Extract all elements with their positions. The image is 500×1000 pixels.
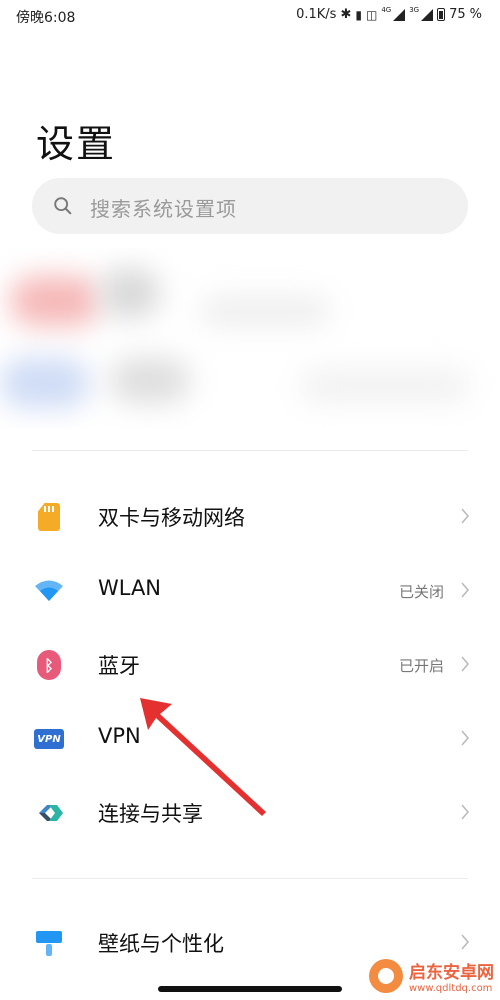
watermark-logo-icon	[369, 959, 403, 993]
signal-1-icon	[393, 8, 406, 21]
blurred-account-area	[0, 248, 500, 428]
settings-item-label: 双卡与移动网络	[98, 506, 245, 530]
chevron-right-icon	[461, 656, 470, 672]
divider-bottom	[32, 878, 468, 879]
sim-card-icon	[34, 502, 64, 532]
network-speed: 0.1K/s	[296, 7, 337, 22]
battery-icon	[437, 8, 446, 21]
page-title: 设置	[36, 122, 117, 166]
status-icons: 0.1K/s ✱ ▮ ◫ 4G 3G 75 %	[296, 5, 482, 23]
wifi-icon	[34, 576, 64, 606]
divider-top	[32, 450, 468, 451]
settings-item-connection[interactable]: 连接与共享	[0, 776, 500, 850]
settings-item-label: 连接与共享	[98, 802, 203, 826]
bluetooth-status-icon: ✱	[340, 7, 352, 22]
settings-item-sim[interactable]: 双卡与移动网络	[0, 480, 500, 554]
search-placeholder: 搜索系统设置项	[90, 197, 237, 221]
settings-item-wlan[interactable]: WLAN 已关闭	[0, 554, 500, 628]
alarm-icon: ◫	[365, 7, 378, 22]
status-time: 傍晚6:08	[16, 10, 76, 26]
status-bar: 傍晚6:08 0.1K/s ✱ ▮ ◫ 4G 3G 75 %	[0, 0, 500, 32]
settings-item-vpn[interactable]: VPN VPN	[0, 702, 500, 776]
watermark: 启东安卓网 www.qdltdq.com	[369, 958, 494, 994]
search-input[interactable]: 搜索系统设置项	[32, 178, 468, 234]
wlan-status: 已关闭	[398, 583, 444, 601]
chevron-right-icon	[461, 508, 470, 524]
vibrate-icon: ▮	[355, 7, 362, 22]
watermark-name: 启东安卓网	[409, 963, 494, 983]
settings-item-label: 壁纸与个性化	[98, 932, 224, 956]
settings-item-label: WLAN	[98, 576, 162, 600]
signal-2-label: 3G	[409, 5, 420, 14]
vpn-icon: VPN	[34, 724, 64, 754]
chevron-right-icon	[461, 730, 470, 746]
paintbrush-icon	[34, 928, 64, 958]
bluetooth-icon: ᛒ	[34, 650, 64, 680]
percent-sign: %	[469, 7, 482, 22]
settings-item-label: 蓝牙	[98, 654, 140, 678]
home-indicator[interactable]	[158, 986, 342, 992]
settings-item-bluetooth[interactable]: ᛒ 蓝牙 已开启	[0, 628, 500, 702]
chevron-right-icon	[461, 934, 470, 950]
chevron-right-icon	[461, 582, 470, 598]
battery-level: 75	[449, 7, 466, 22]
signal-1-label: 4G	[381, 5, 392, 14]
share-icon	[34, 798, 64, 828]
watermark-url: www.qdltdq.com	[409, 983, 493, 994]
chevron-right-icon	[461, 804, 470, 820]
bluetooth-status: 已开启	[398, 657, 444, 675]
settings-item-label: VPN	[98, 724, 141, 748]
signal-2-icon	[421, 8, 434, 21]
search-icon	[54, 197, 72, 215]
